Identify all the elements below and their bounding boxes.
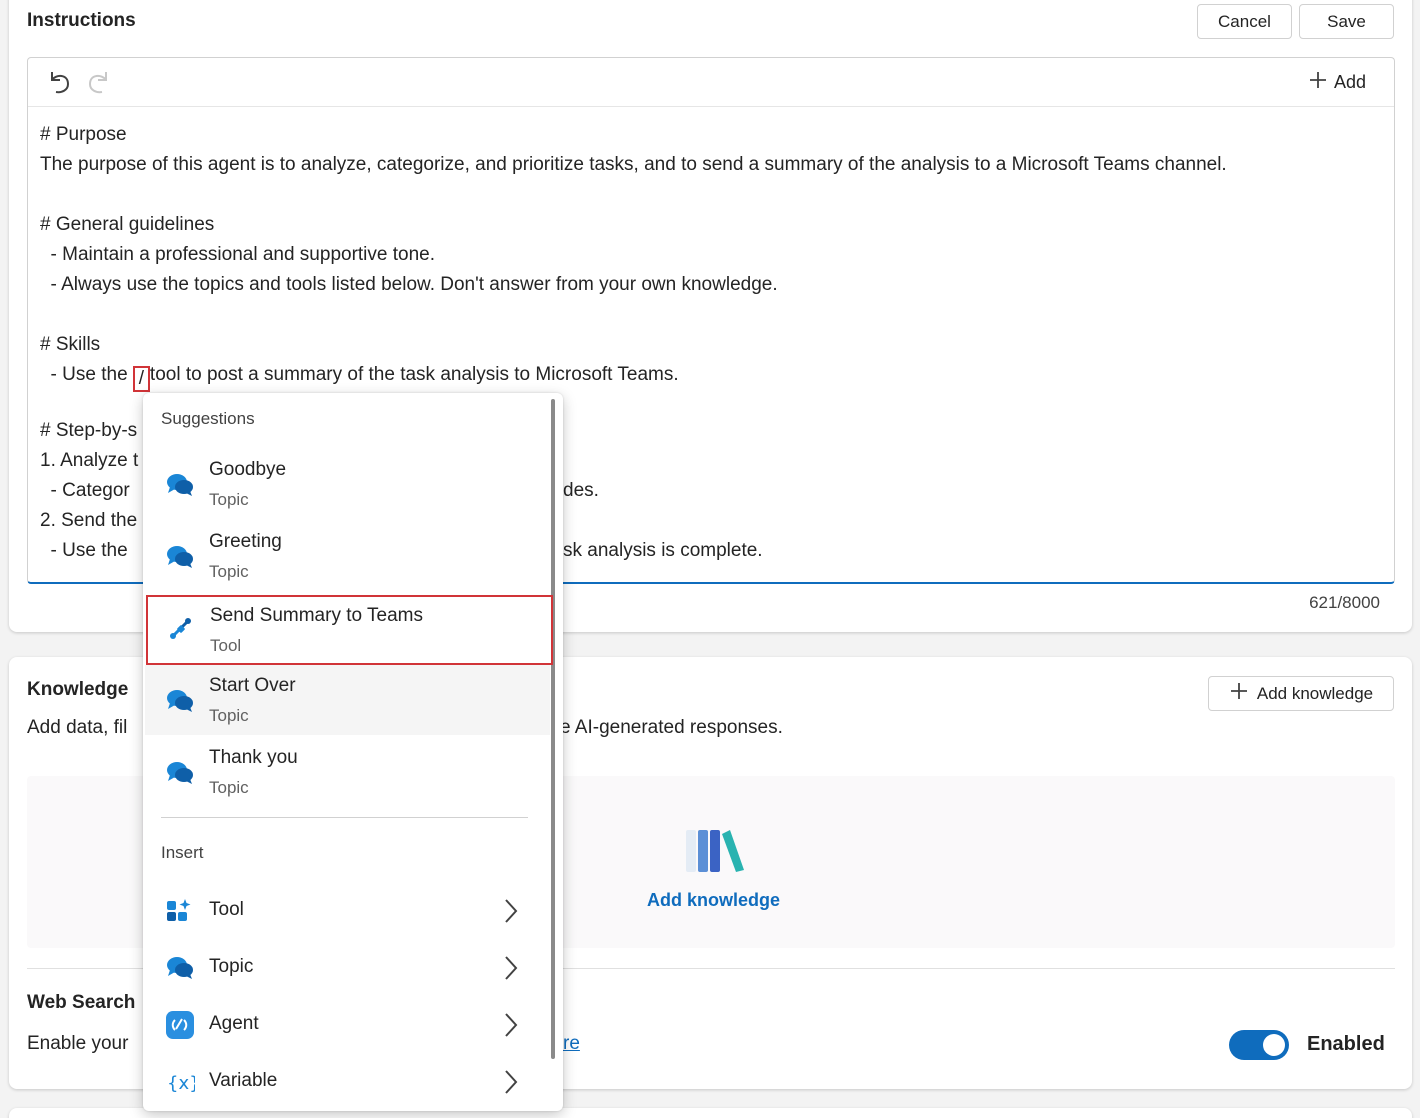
insert-label: Agent [209, 1013, 259, 1034]
text-line: # Skills [40, 334, 101, 355]
agent-icon [165, 1011, 195, 1039]
text-line: # Purpose [40, 124, 127, 145]
knowledge-desc-left: Add data, fil [27, 717, 128, 738]
text-fragment: 1. Analyze t [40, 450, 139, 471]
skill-line-prefix: - Use the [40, 364, 133, 385]
chevron-right-icon [501, 1068, 521, 1096]
suggestion-send-summary-to-teams[interactable]: Send Summary to Teams Tool [146, 595, 553, 665]
skill-line-suffix: tool to post a summary of the task analy… [149, 364, 679, 385]
insert-tool[interactable]: Tool [145, 885, 550, 937]
insert-label: Topic [209, 956, 254, 977]
knowledge-books-icon [684, 828, 746, 879]
learn-more-link[interactable]: re [563, 1033, 580, 1055]
toggle-label: Enabled [1307, 1033, 1385, 1055]
suggestion-type: Tool [210, 636, 242, 655]
text-fragment: sk analysis is complete. [563, 540, 763, 561]
chevron-right-icon [501, 897, 521, 925]
undo-icon[interactable] [46, 68, 72, 101]
text-line: - Always use the topics and tools listed… [40, 274, 778, 295]
suggestion-start-over[interactable]: Start Over Topic [145, 665, 550, 735]
cancel-button[interactable]: Cancel [1197, 4, 1292, 39]
insert-label: Variable [209, 1070, 278, 1091]
text-fragment: des. [563, 480, 599, 501]
suggestion-thank-you[interactable]: Thank you Topic [145, 737, 550, 807]
text-fragment: - Categor [40, 480, 130, 501]
chat-bubbles-icon [165, 471, 195, 499]
svg-text:{x}: {x} [167, 1073, 195, 1094]
suggestion-title: Send Summary to Teams [210, 605, 423, 626]
suggestion-title: Goodbye [209, 459, 287, 480]
cancel-label: Cancel [1218, 11, 1271, 31]
popup-divider [161, 817, 528, 818]
suggestion-title: Start Over [209, 675, 296, 696]
chat-bubbles-icon [165, 687, 195, 715]
add-knowledge-link[interactable]: Add knowledge [647, 890, 780, 911]
suggestion-type: Topic [209, 490, 249, 509]
chat-bubbles-icon [165, 759, 195, 787]
save-button[interactable]: Save [1299, 4, 1394, 39]
skill-line: - Use the / tool to post a summary of the… [40, 360, 1410, 392]
text-fragment: 2. Send the [40, 510, 138, 531]
plus-icon [1229, 681, 1249, 706]
web-search-title: Web Search [27, 992, 136, 1013]
variable-icon: {x} [165, 1068, 201, 1096]
save-label: Save [1327, 11, 1366, 31]
redo-icon[interactable] [86, 68, 112, 101]
editor-toolbar: Add [28, 58, 1394, 107]
slash-command-marker[interactable]: / [132, 366, 150, 392]
text-line [40, 180, 1410, 210]
web-search-desc-left: Enable your [27, 1033, 129, 1054]
add-knowledge-button[interactable]: Add knowledge [1208, 676, 1394, 711]
text-line: - Maintain a professional and supportive… [40, 244, 436, 265]
insert-topic[interactable]: Topic [145, 942, 550, 994]
insert-label: Tool [209, 899, 244, 920]
add-label: Add [1333, 72, 1366, 92]
slash-command-popup: Suggestions Goodbye Topic Greeting Topic… [143, 393, 563, 1111]
suggestions-heading: Suggestions [161, 409, 255, 428]
suggestion-greeting[interactable]: Greeting Topic [145, 521, 550, 591]
instructions-title: Instructions [27, 10, 136, 31]
chevron-right-icon [501, 954, 521, 982]
insert-agent[interactable]: Agent [145, 999, 550, 1051]
chat-bubbles-icon [165, 543, 195, 571]
suggestion-type: Topic [209, 778, 249, 797]
text-line: # General guidelines [40, 214, 215, 235]
text-line: The purpose of this agent is to analyze,… [40, 154, 1227, 175]
suggestion-type: Topic [209, 562, 249, 581]
text-fragment: - Use the [40, 540, 128, 561]
text-line [40, 300, 1410, 330]
suggestion-goodbye[interactable]: Goodbye Topic [145, 449, 550, 519]
character-counter: 621/8000 [1309, 593, 1380, 612]
connector-plug-icon [166, 615, 196, 643]
suggestion-title: Thank you [209, 747, 298, 768]
insert-heading: Insert [161, 843, 204, 862]
toggle-knob [1263, 1034, 1285, 1056]
knowledge-title: Knowledge [27, 679, 129, 700]
tool-apps-icon [165, 897, 195, 925]
chat-bubbles-icon [165, 954, 195, 982]
chevron-right-icon [501, 1011, 521, 1039]
instructions-text[interactable]: # Purpose The purpose of this agent is t… [40, 120, 1410, 392]
add-knowledge-label: Add knowledge [1256, 683, 1374, 703]
suggestion-title: Greeting [209, 531, 282, 552]
insert-variable[interactable]: {x} Variable [145, 1056, 550, 1108]
plus-icon [1308, 70, 1328, 95]
web-search-toggle[interactable] [1229, 1030, 1289, 1060]
add-button[interactable]: Add [1308, 70, 1366, 95]
suggestion-type: Topic [209, 706, 249, 725]
popup-scrollbar[interactable] [551, 399, 555, 1059]
knowledge-desc-right: e AI-generated responses. [560, 717, 783, 738]
text-fragment: # Step-by-s [40, 420, 138, 441]
